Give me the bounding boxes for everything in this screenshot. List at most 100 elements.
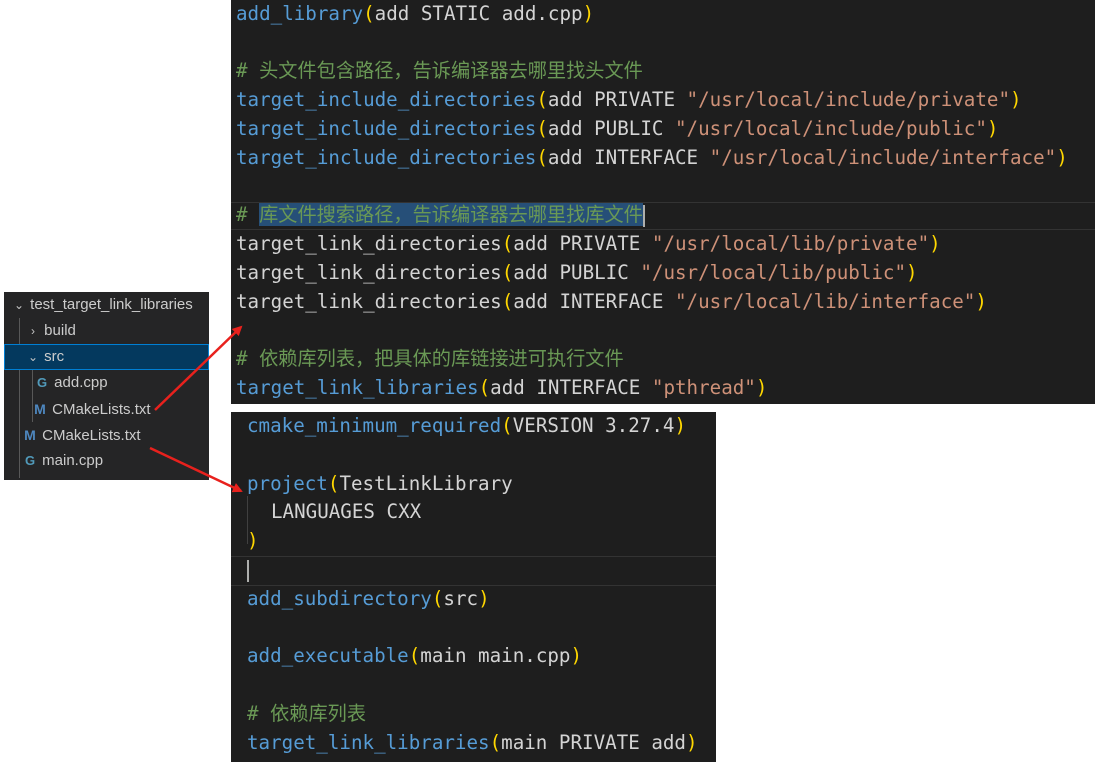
command-args: main main.cpp bbox=[420, 644, 571, 667]
close-paren: ) bbox=[929, 232, 941, 255]
selected-comment-text: 库文件搜索路径，告诉编译器去哪里找库文件 bbox=[259, 203, 643, 226]
cmake-icon: M bbox=[24, 427, 36, 443]
command-name: target_link_directories bbox=[236, 261, 502, 284]
close-paren: ) bbox=[674, 414, 687, 437]
open-paren: ( bbox=[431, 587, 444, 610]
code-line: target_link_libraries(main PRIVATE add) bbox=[247, 731, 698, 755]
code-line: add_library(add STATIC add.cpp) bbox=[236, 2, 594, 26]
open-paren: ( bbox=[327, 472, 340, 495]
open-paren: ( bbox=[501, 232, 514, 255]
root-cmakelists-editor[interactable]: cmake_minimum_required(VERSION 3.27.4) p… bbox=[231, 412, 716, 762]
tree-item-label: CMakeLists.txt bbox=[42, 427, 141, 444]
string-literal: "/usr/local/lib/private" bbox=[651, 232, 930, 255]
open-paren: ( bbox=[536, 88, 548, 111]
tree-item-root[interactable]: ⌄ test_target_link_libraries bbox=[4, 292, 209, 318]
close-paren: ) bbox=[906, 261, 918, 284]
project-name: TestLinkLibrary bbox=[339, 472, 513, 495]
code-line: target_link_directories(add INTERFACE "/… bbox=[236, 290, 987, 314]
command-name: add_executable bbox=[247, 644, 409, 667]
tree-item-root-cmakelists[interactable]: M CMakeLists.txt bbox=[4, 422, 209, 448]
chevron-down-icon[interactable]: ⌄ bbox=[12, 292, 26, 318]
code-line: ) bbox=[247, 529, 259, 553]
code-line: target_link_directories(add PUBLIC "/usr… bbox=[236, 261, 918, 285]
code-line: target_link_libraries(add INTERFACE "pth… bbox=[236, 376, 767, 400]
command-name: project bbox=[247, 472, 328, 495]
open-paren: ( bbox=[536, 146, 548, 169]
command-name: target_include_directories bbox=[236, 88, 537, 111]
tree-item-label: CMakeLists.txt bbox=[52, 401, 151, 418]
close-paren: ) bbox=[686, 731, 698, 754]
open-paren: ( bbox=[408, 644, 421, 667]
command-args: add INTERFACE bbox=[490, 376, 652, 399]
open-paren: ( bbox=[501, 290, 514, 313]
cpp-icon: G bbox=[24, 453, 36, 468]
tree-item-add-cpp[interactable]: G add.cpp bbox=[4, 370, 209, 396]
string-literal: "/usr/local/lib/interface" bbox=[675, 290, 976, 313]
tree-item-label: main.cpp bbox=[42, 452, 104, 469]
command-args: add PRIVATE bbox=[547, 88, 687, 111]
command-args: add PUBLIC bbox=[513, 261, 641, 284]
comment-line: # 依赖库列表，把具体的库链接进可执行文件 bbox=[236, 347, 624, 370]
tree-item-label: test_target_link_libraries bbox=[30, 296, 193, 313]
close-paren: ) bbox=[975, 290, 987, 313]
open-paren: ( bbox=[536, 117, 548, 140]
command-args: src bbox=[443, 587, 479, 610]
tree-item-label: src bbox=[44, 348, 65, 365]
command-name: target_link_libraries bbox=[236, 376, 479, 399]
tree-item-main-cpp[interactable]: G main.cpp bbox=[4, 448, 209, 474]
command-name: target_include_directories bbox=[236, 117, 537, 140]
command-name: target_link_directories bbox=[236, 232, 502, 255]
cpp-icon: G bbox=[36, 375, 48, 390]
command-name: add_library bbox=[236, 2, 364, 25]
tree-item-label: build bbox=[44, 322, 76, 339]
code-line: target_include_directories(add PUBLIC "/… bbox=[236, 117, 998, 141]
string-literal: "/usr/local/include/public" bbox=[675, 117, 987, 140]
open-paren: ( bbox=[478, 376, 491, 399]
close-paren: ) bbox=[478, 587, 490, 610]
chevron-down-icon[interactable]: ⌄ bbox=[26, 344, 40, 370]
close-paren: ) bbox=[755, 376, 768, 399]
code-line: project(TestLinkLibrary bbox=[247, 472, 513, 496]
code-line: target_include_directories(add INTERFACE… bbox=[236, 146, 1068, 170]
src-cmakelists-editor[interactable]: add_library(add STATIC add.cpp) # 头文件包含路… bbox=[231, 0, 1095, 404]
command-args: add INTERFACE bbox=[547, 146, 710, 169]
open-paren: ( bbox=[501, 414, 513, 437]
text-cursor bbox=[642, 204, 645, 227]
tree-item-build[interactable]: › build bbox=[4, 318, 209, 344]
file-explorer: ⌄ test_target_link_libraries › build ⌄ s… bbox=[4, 292, 209, 480]
open-paren: ( bbox=[489, 731, 502, 754]
comment-line: # 头文件包含路径，告诉编译器去哪里找头文件 bbox=[236, 59, 643, 82]
tree-item-src[interactable]: ⌄ src bbox=[4, 344, 209, 370]
close-paren: ) bbox=[986, 117, 999, 140]
close-paren: ) bbox=[1010, 88, 1022, 111]
command-args: main PRIVATE add bbox=[501, 731, 686, 754]
comment-line-selected: # 库文件搜索路径，告诉编译器去哪里找库文件 bbox=[236, 203, 645, 227]
code-line: cmake_minimum_required(VERSION 3.27.4) bbox=[247, 414, 686, 438]
command-name: cmake_minimum_required bbox=[247, 414, 502, 437]
close-paren: ) bbox=[582, 2, 595, 25]
command-name: target_include_directories bbox=[236, 146, 537, 169]
string-literal: "/usr/local/include/interface" bbox=[709, 146, 1057, 169]
close-paren: ) bbox=[247, 529, 259, 552]
text-cursor bbox=[247, 559, 249, 582]
string-literal: "pthread" bbox=[651, 376, 756, 399]
command-name: target_link_libraries bbox=[247, 731, 490, 754]
command-args: add PUBLIC bbox=[547, 117, 675, 140]
code-line: add_executable(main main.cpp) bbox=[247, 644, 582, 668]
command-args: add STATIC add.cpp bbox=[374, 2, 583, 25]
code-line: LANGUAGES CXX bbox=[271, 500, 421, 524]
code-line: target_include_directories(add PRIVATE "… bbox=[236, 88, 1022, 112]
command-name: add_subdirectory bbox=[247, 587, 432, 610]
tree-item-src-cmakelists[interactable]: M CMakeLists.txt bbox=[4, 396, 209, 422]
command-args: add INTERFACE bbox=[513, 290, 675, 313]
empty-line-with-cursor bbox=[247, 558, 249, 582]
code-line: target_link_directories(add PRIVATE "/us… bbox=[236, 232, 941, 256]
string-literal: "/usr/local/include/private" bbox=[686, 88, 1010, 111]
open-paren: ( bbox=[501, 261, 514, 284]
tree-item-label: add.cpp bbox=[54, 374, 108, 391]
comment-line: # 依赖库列表 bbox=[247, 702, 367, 725]
chevron-right-icon[interactable]: › bbox=[26, 318, 40, 344]
string-literal: "/usr/local/lib/public" bbox=[640, 261, 907, 284]
comment-hash: # bbox=[236, 203, 248, 226]
close-paren: ) bbox=[570, 644, 583, 667]
